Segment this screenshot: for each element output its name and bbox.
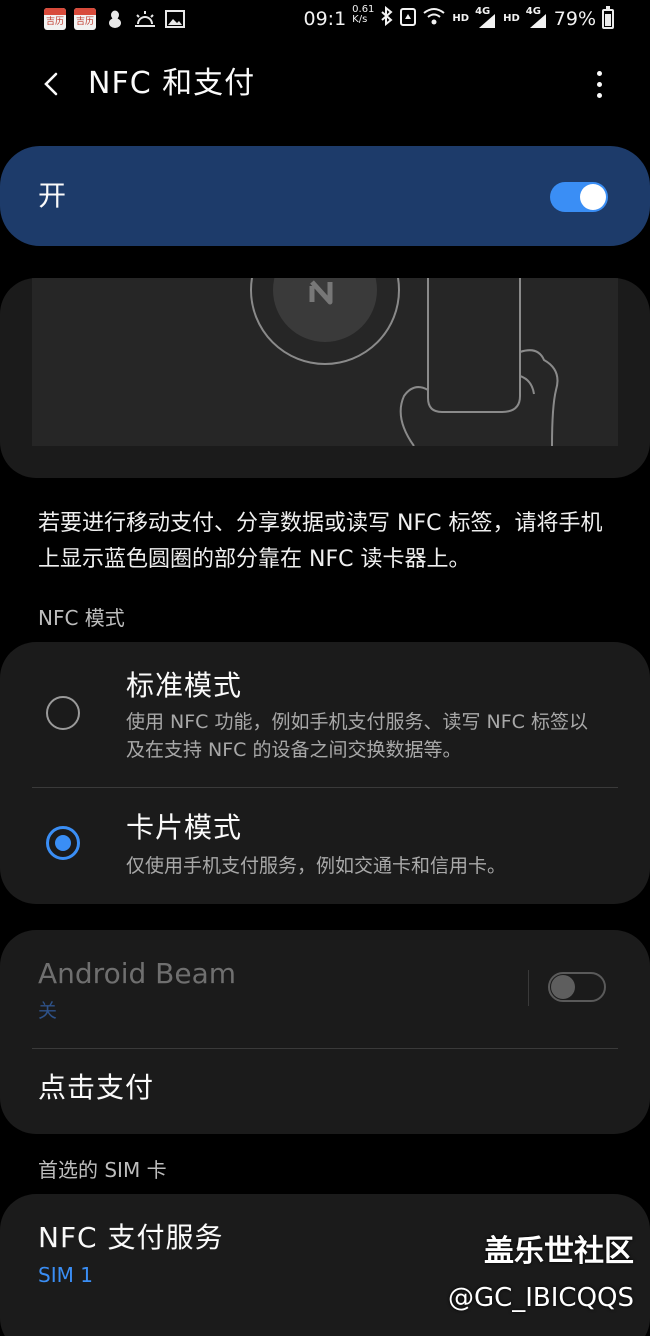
mode-option-card[interactable]: 卡片模式 仅使用手机支付服务，例如交通卡和信用卡。 (0, 788, 650, 904)
wifi-icon (422, 6, 446, 31)
master-switch-bar[interactable]: 开 (0, 146, 650, 246)
watermark-handle: @GC_IBICQQS (447, 1283, 634, 1313)
clock: 09:1 (303, 7, 347, 30)
penguin-icon (104, 9, 126, 29)
master-toggle[interactable] (550, 182, 608, 212)
nfc-payment-service-title: NFC 支付服务 (38, 1221, 224, 1254)
battery-icon (602, 5, 614, 29)
more-dot (596, 70, 602, 76)
net-speed-unit: K/s (352, 13, 368, 25)
mode-option-description: 仅使用手机支付服务，例如交通卡和信用卡。 (126, 855, 507, 877)
calendar-app-label: 吉历 (45, 17, 64, 27)
nfc-payment-service-value: SIM 1 (38, 1263, 93, 1287)
gallery-icon (164, 9, 186, 29)
nfc-illustration (32, 278, 618, 447)
android-beam-title: Android Beam (38, 957, 237, 990)
hd-label: HD (452, 12, 470, 24)
more-options-button[interactable] (584, 64, 614, 104)
tap-and-pay-row[interactable]: 点击支付 (0, 1048, 650, 1134)
preferred-sim-section-title: 首选的 SIM 卡 (38, 1158, 167, 1182)
tap-and-pay-label: 点击支付 (38, 1071, 155, 1104)
watermark-title: 盖乐世社区 (484, 1234, 634, 1269)
mode-option-description: 使用 NFC 功能，例如手机支付服务、读写 NFC 标签以及在支持 NFC 的设… (126, 711, 588, 761)
network-speed: 0.61 K/s (352, 4, 374, 25)
beam-and-pay-card: Android Beam 关 点击支付 (0, 930, 650, 1134)
toggle-knob (580, 184, 606, 210)
system-status: 09:1 0.61 K/s HD 4G HD 4G 79% (303, 4, 614, 31)
radio-button-selected[interactable] (46, 826, 80, 860)
recycle-icon (400, 6, 417, 31)
weather-sunrise-icon (134, 9, 156, 29)
radio-button[interactable] (46, 696, 80, 730)
status-bar: 吉历 吉历 09:1 0.61 K/s HD 4G HD 4G 79% (0, 0, 650, 40)
calendar-app-icon: 吉历 (44, 8, 66, 30)
app-header: NFC 和支付 (0, 52, 650, 116)
nfc-illustration-card (0, 278, 650, 478)
nfc-mode-card: 标准模式 使用 NFC 功能，例如手机支付服务、读写 NFC 标签以及在支持 N… (0, 642, 650, 904)
mode-option-standard[interactable]: 标准模式 使用 NFC 功能，例如手机支付服务、读写 NFC 标签以及在支持 N… (0, 642, 650, 788)
nfc-instructions: 若要进行移动支付、分享数据或读写 NFC 标签，请将手机上显示蓝色圆圈的部分靠在… (38, 511, 603, 572)
mode-option-title: 标准模式 (126, 669, 243, 702)
android-beam-row[interactable]: Android Beam 关 (0, 930, 650, 1048)
page-title: NFC 和支付 (88, 66, 256, 101)
back-arrow-icon (44, 72, 58, 96)
more-dot (596, 81, 602, 87)
toggle-knob (551, 975, 575, 999)
calendar-app-label: 吉历 (75, 17, 94, 27)
vertical-divider (528, 970, 529, 1006)
mode-option-title: 卡片模式 (126, 811, 243, 844)
android-beam-toggle[interactable] (548, 972, 606, 1002)
signal-icon: 4G (526, 6, 548, 29)
signal-icon: 4G (475, 6, 497, 29)
phone-tap-illustration (250, 278, 559, 447)
android-beam-status: 关 (38, 1000, 58, 1022)
nfc-mode-section-title: NFC 模式 (38, 606, 125, 630)
back-button[interactable] (30, 64, 70, 104)
calendar-app-icon: 吉历 (74, 8, 96, 30)
notification-icons: 吉历 吉历 (44, 8, 186, 30)
hd-label: HD (503, 12, 520, 24)
master-switch-label: 开 (38, 179, 67, 212)
more-dot (596, 92, 602, 98)
battery-percent: 79% (553, 7, 596, 30)
bluetooth-icon (380, 5, 394, 31)
